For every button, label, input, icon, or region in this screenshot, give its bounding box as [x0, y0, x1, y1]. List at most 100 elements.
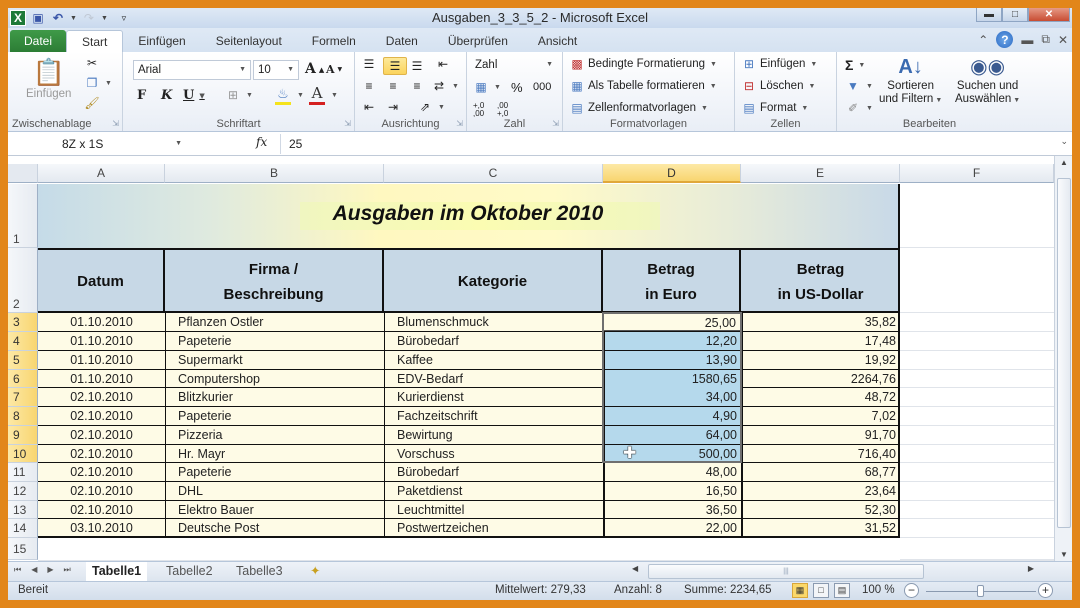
workbook-restore-icon[interactable]: ⧉ [1041, 32, 1050, 47]
cell-kategorie[interactable]: Kaffee [384, 351, 603, 369]
first-sheet-icon[interactable]: ⏮ [14, 565, 21, 575]
fill-color-dropdown-icon[interactable]: ▼ [297, 92, 304, 99]
cell-euro[interactable]: 22,00 [603, 519, 741, 537]
cell-datum[interactable]: 01.10.2010 [38, 351, 165, 369]
cell-datum[interactable]: 03.10.2010 [38, 519, 165, 537]
cell-datum[interactable]: 02.10.2010 [38, 445, 165, 463]
close-button[interactable]: ✕ [1028, 8, 1070, 22]
increase-decimal-button[interactable]: +,0 ,00 [473, 102, 491, 118]
tab-formeln[interactable]: Formeln [297, 30, 371, 52]
tab-ueberpruefen[interactable]: Überprüfen [433, 30, 523, 52]
row-header-13[interactable]: 13 [8, 501, 38, 519]
percent-button[interactable]: % [511, 80, 523, 95]
cell-datum[interactable]: 02.10.2010 [38, 407, 165, 425]
decrease-indent-button[interactable]: ⇤ [361, 100, 377, 114]
vertical-scrollbar[interactable]: ▲ ▼ [1054, 156, 1072, 561]
cell-kategorie[interactable]: Paketdienst [384, 482, 603, 500]
sheet-tab-tabelle3[interactable]: Tabelle3 [230, 562, 289, 581]
grow-font-button[interactable]: A ▲ [305, 61, 324, 77]
cell-usd[interactable]: 2264,76 [741, 370, 900, 388]
paste-button[interactable]: 📋 Einfügen [26, 58, 71, 100]
zoom-slider-thumb[interactable] [977, 585, 984, 597]
insert-function-icon[interactable]: fx [256, 135, 267, 149]
sort-filter-button[interactable]: A↓ Sortieren und Filtern ▼ [879, 54, 942, 107]
row-header-15[interactable]: 15 [8, 538, 38, 560]
expand-formula-bar-icon[interactable]: ⌄ [1060, 136, 1068, 147]
column-header-c[interactable]: C [384, 164, 603, 183]
bold-button[interactable]: F [137, 88, 146, 103]
maximize-button[interactable]: □ [1002, 8, 1028, 22]
header-cell[interactable]: Firma / Beschreibung [165, 250, 384, 313]
decrease-decimal-button[interactable]: ,00 +,0 [497, 102, 515, 118]
horizontal-scrollbar[interactable]: ◀ ||| ▶ [626, 564, 1046, 579]
cell-datum[interactable]: 01.10.2010 [38, 370, 165, 388]
cell-usd[interactable]: 48,72 [741, 388, 900, 406]
row-header-3[interactable]: 3 [8, 313, 38, 332]
save-icon[interactable]: ▣ [30, 10, 46, 26]
column-header-a[interactable]: A [38, 164, 165, 183]
cell-kategorie[interactable]: EDV-Bedarf [384, 370, 603, 388]
column-header-b[interactable]: B [165, 164, 384, 183]
cell-euro[interactable]: 4,90 [603, 407, 741, 425]
customize-qat-icon[interactable]: ▿ [116, 10, 132, 26]
number-launcher-icon[interactable]: ⇲ [552, 119, 559, 128]
cell-datum[interactable]: 01.10.2010 [38, 332, 165, 350]
cell-firma[interactable]: Blitzkurier [165, 388, 384, 406]
conditional-formatting-button[interactable]: ▩ Bedingte Formatierung ▼ [569, 57, 717, 71]
scroll-up-icon[interactable]: ▲ [1055, 158, 1072, 167]
minimize-button[interactable]: ▬ [976, 8, 1002, 22]
row-header-14[interactable]: 14 [8, 519, 38, 538]
tab-ansicht[interactable]: Ansicht [523, 30, 592, 52]
title-cell[interactable]: Ausgaben im Oktober 2010 [38, 184, 900, 248]
row-header-9[interactable]: 9 [8, 426, 38, 445]
autosum-button[interactable]: Σ ▼ [845, 57, 865, 73]
cell-euro[interactable]: 64,00 [603, 426, 741, 444]
cell-usd[interactable]: 52,30 [741, 501, 900, 519]
cell-usd[interactable]: 716,40 [741, 445, 900, 463]
underline-button[interactable]: U ▼ [183, 88, 205, 103]
sheet-tab-tabelle2[interactable]: Tabelle2 [160, 562, 219, 581]
align-center-button[interactable]: ≡ [385, 79, 401, 93]
cell-firma[interactable]: Elektro Bauer [165, 501, 384, 519]
normal-view-button[interactable]: ▦ [792, 583, 808, 598]
delete-cells-button[interactable]: ⊟ Löschen ▼ [741, 79, 815, 93]
tab-einfuegen[interactable]: Einfügen [123, 30, 200, 52]
header-cell[interactable]: Kategorie [384, 250, 603, 313]
cell-kategorie[interactable]: Bürobedarf [384, 332, 603, 350]
font-size-select[interactable]: 10 ▼ [253, 60, 299, 80]
tab-seitenlayout[interactable]: Seitenlayout [201, 30, 297, 52]
prev-sheet-icon[interactable]: ◀ [31, 565, 37, 575]
scroll-left-icon[interactable]: ◀ [632, 564, 638, 573]
minimize-ribbon-icon[interactable]: ⌃ [978, 33, 988, 47]
row-header-11[interactable]: 11 [8, 463, 38, 482]
cell-firma[interactable]: Computershop [165, 370, 384, 388]
cell-firma[interactable]: Papeterie [165, 463, 384, 481]
redo-icon[interactable]: ↷ [81, 10, 97, 26]
column-header-e[interactable]: E [741, 164, 900, 183]
cell-usd[interactable]: 35,82 [741, 313, 900, 331]
font-color-button[interactable]: A [309, 84, 325, 105]
cell-usd[interactable]: 91,70 [741, 426, 900, 444]
cell-datum[interactable]: 02.10.2010 [38, 388, 165, 406]
cell-datum[interactable]: 01.10.2010 [38, 313, 165, 331]
cell-euro[interactable]: 1580,65 [603, 370, 741, 388]
row-header-2[interactable]: 2 [8, 248, 38, 313]
align-bottom-button[interactable]: ☰ [409, 59, 425, 73]
zoom-in-button[interactable]: + [1038, 583, 1053, 598]
thousands-button[interactable]: 000 [533, 81, 551, 93]
cell-usd[interactable]: 19,92 [741, 351, 900, 369]
borders-button[interactable]: ⊞ ▼ [225, 88, 253, 102]
cell-usd[interactable]: 68,77 [741, 463, 900, 481]
header-cell[interactable]: Betrag in Euro [603, 250, 741, 313]
cell-usd[interactable]: 17,48 [741, 332, 900, 350]
row-header-1[interactable]: 1 [8, 184, 38, 248]
cut-button[interactable]: ✂ [84, 56, 100, 70]
clear-button[interactable]: ✐ ▼ [845, 101, 873, 115]
alignment-launcher-icon[interactable]: ⇲ [456, 119, 463, 128]
row-header-6[interactable]: 6 [8, 370, 38, 388]
format-as-table-button[interactable]: ▦ Als Tabelle formatieren ▼ [569, 79, 716, 93]
name-box[interactable]: 8Z x 1S ▼ [10, 134, 186, 154]
row-header-4[interactable]: 4 [8, 332, 38, 351]
row-header-8[interactable]: 8 [8, 407, 38, 426]
cell-firma[interactable]: Deutsche Post [165, 519, 384, 537]
